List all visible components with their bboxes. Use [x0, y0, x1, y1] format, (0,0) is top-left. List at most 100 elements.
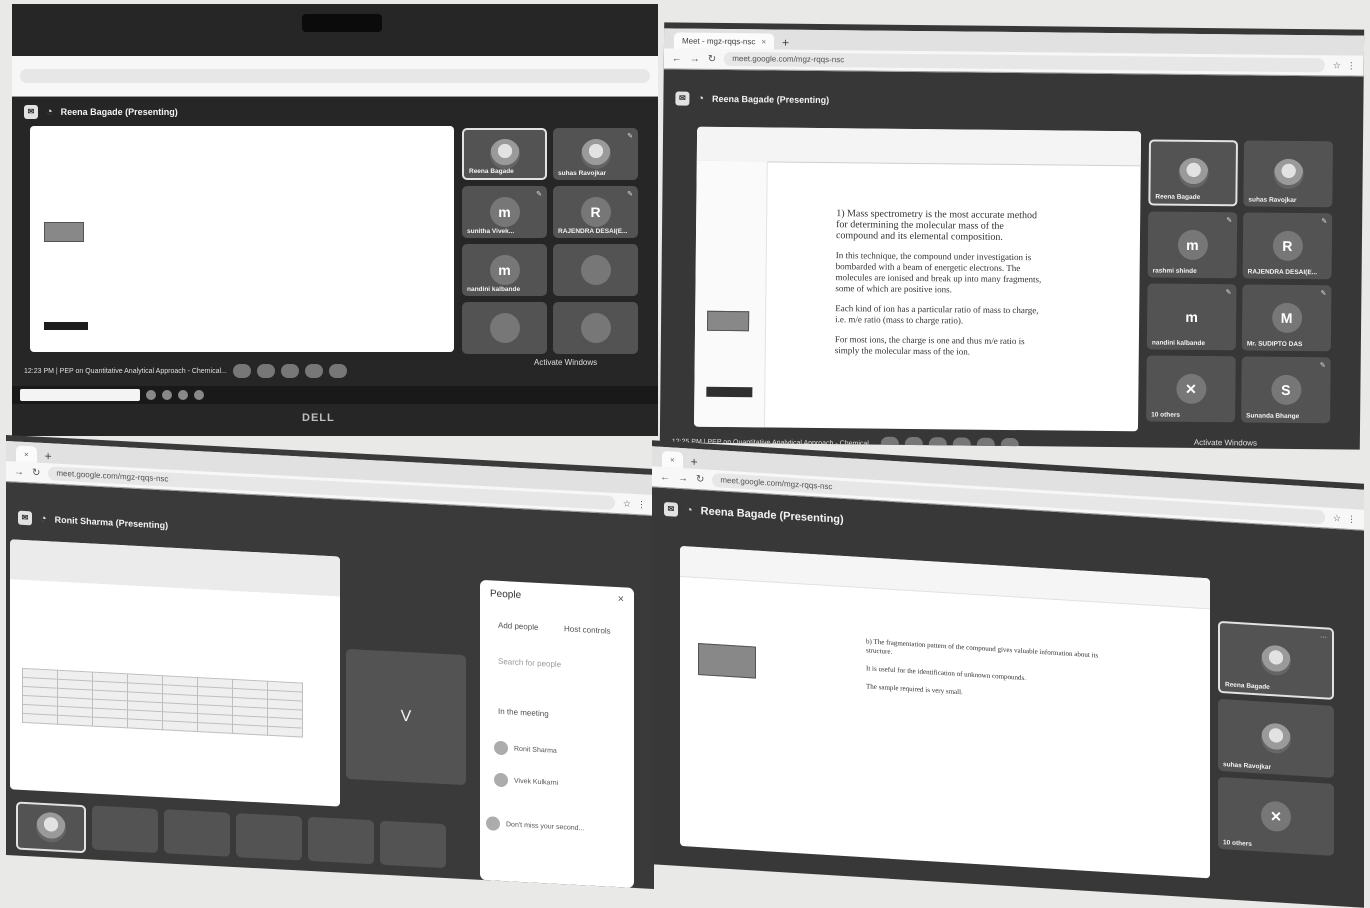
sheet-ribbon [10, 539, 340, 597]
participant-tile[interactable]: S Sunanda Bhange ✎ [1241, 356, 1331, 424]
slide-thumbnail[interactable] [44, 222, 84, 242]
browser-tab[interactable]: × [16, 445, 37, 463]
presenter-title: Ronit Sharma (Presenting) [54, 514, 169, 531]
participant-name: nandini kalbande [1151, 339, 1206, 348]
participant-avatar [494, 772, 508, 788]
participant-tile[interactable] [380, 820, 446, 869]
close-icon[interactable]: × [618, 593, 624, 605]
participant-tile[interactable] [553, 302, 638, 354]
reload-icon[interactable]: ↻ [708, 53, 717, 64]
bookmark-icon[interactable]: ☆ [623, 498, 631, 509]
browser-tab[interactable]: × [662, 450, 683, 469]
forward-icon[interactable]: → [14, 466, 24, 478]
participant-tile[interactable]: Reena Bagade ⋯ [1218, 620, 1334, 700]
close-icon[interactable]: × [670, 455, 675, 464]
address-bar[interactable] [20, 69, 650, 83]
people-search-input[interactable]: Search for people [498, 657, 561, 669]
address-bar[interactable]: meet.google.com/mgz-rqqs-nsc [724, 51, 1325, 73]
back-icon[interactable]: ← [672, 53, 682, 64]
taskbar-app-icon[interactable] [162, 390, 172, 400]
participant-tile[interactable] [92, 805, 158, 853]
taskbar-search[interactable] [20, 389, 140, 401]
participant-tile[interactable]: ✕ 10 others [1146, 355, 1236, 423]
participant-tile[interactable] [164, 809, 230, 857]
close-icon[interactable]: × [24, 449, 29, 458]
reload-icon[interactable]: ↻ [696, 473, 704, 485]
participant-avatar [580, 139, 611, 169]
doc-paragraph: b) The fragmentation pattern of the comp… [866, 637, 1099, 660]
mic-off-icon: ✎ [1320, 290, 1327, 298]
participant-tile[interactable]: suhas Ravojkar [1218, 698, 1334, 778]
add-people-button[interactable]: Add people [498, 621, 538, 632]
forward-icon[interactable]: → [690, 53, 700, 64]
taskbar-app-icon[interactable] [146, 390, 156, 400]
participant-tile[interactable]: suhas Ravojkar ✎ [553, 128, 638, 180]
new-tab-icon[interactable]: + [782, 36, 789, 50]
reactions-button[interactable] [952, 437, 971, 450]
more-icon[interactable]: ⋯ [1320, 633, 1327, 641]
participant-name: Vivek Kulkarni [514, 777, 559, 787]
participant-avatar [1273, 158, 1304, 190]
close-icon[interactable]: × [761, 37, 766, 46]
host-controls-button[interactable]: Host controls [564, 624, 611, 635]
participant-tile[interactable]: m sunitha Vivek... ✎ [462, 186, 547, 238]
browser-tab[interactable]: Meet - mgz-rqqs-nsc × [673, 32, 775, 50]
participant-tile[interactable]: V [346, 648, 466, 786]
more-button[interactable] [328, 364, 347, 378]
mic-off-icon: ✎ [627, 133, 633, 140]
participant-name: Reena Bagade [1225, 681, 1270, 692]
meet-header: ✉ ◔ Reena Bagade (Presenting) [12, 100, 658, 124]
section-label: In the meeting [498, 706, 549, 719]
mic-button[interactable] [880, 436, 899, 450]
participant-name: suhas Ravojkar [1248, 196, 1297, 204]
new-tab-icon[interactable]: + [45, 449, 52, 463]
captions-button[interactable] [280, 364, 299, 378]
more-button[interactable] [1000, 437, 1019, 450]
bookmark-icon[interactable]: ☆ [1333, 512, 1341, 523]
participant-tile[interactable] [16, 801, 86, 854]
participant-avatar: ✕ [1261, 800, 1291, 833]
presenter-title: Reena Bagade (Presenting) [60, 107, 178, 117]
participant-tile[interactable] [236, 813, 302, 861]
menu-icon[interactable]: ⋮ [1347, 60, 1356, 71]
slide-thumbnail[interactable] [706, 310, 750, 332]
participant-tile[interactable] [308, 816, 374, 865]
participant-tile[interactable]: Reena Bagade [1148, 139, 1239, 207]
participant-tile[interactable]: Reena Bagade [462, 128, 547, 180]
participant-tile[interactable]: R RAJENDRA DESAI(E... ✎ [1242, 212, 1333, 280]
participant-row[interactable]: Vivek Kulkarni [494, 772, 559, 790]
new-tab-icon[interactable]: + [691, 455, 698, 469]
present-button[interactable] [976, 437, 995, 450]
reload-icon[interactable]: ↻ [32, 467, 40, 478]
participant-tile[interactable]: m nandini kalbande [462, 244, 547, 296]
captions-button[interactable] [928, 437, 947, 450]
slide-thumbnail[interactable] [698, 643, 756, 679]
taskbar-app-icon[interactable] [178, 390, 188, 400]
participant-avatar: ✕ [1175, 373, 1207, 405]
taskbar-app-icon[interactable] [194, 390, 204, 400]
camera-button[interactable] [904, 436, 923, 450]
notification-toast[interactable]: Don't miss your second... [486, 816, 584, 835]
presentation-icon: ◔ [686, 504, 693, 517]
shared-screen [30, 126, 454, 352]
participant-tile[interactable] [553, 244, 638, 296]
menu-icon[interactable]: ⋮ [637, 499, 646, 510]
participant-tile[interactable]: suhas Ravojkar [1243, 140, 1334, 208]
participant-tile[interactable]: m nandini kalbande ✎ [1146, 283, 1237, 351]
camera-button[interactable] [256, 364, 275, 378]
windows-taskbar [12, 386, 658, 404]
mic-button[interactable] [232, 364, 251, 378]
taskbar-snippet [706, 386, 753, 398]
menu-icon[interactable]: ⋮ [1347, 513, 1356, 525]
participant-tile[interactable]: R RAJENDRA DESAI(E... ✎ [553, 186, 638, 238]
participant-grid: Reena Bagade suhas Ravojkar ✎ m sunitha … [462, 128, 638, 354]
forward-icon[interactable]: → [678, 472, 688, 484]
participant-tile[interactable] [462, 302, 547, 354]
back-icon[interactable]: ← [660, 471, 670, 483]
participant-row[interactable]: Ronit Sharma [494, 740, 557, 758]
participant-tile[interactable]: m rashmi shinde ✎ [1147, 211, 1238, 279]
bookmark-icon[interactable]: ☆ [1333, 60, 1341, 71]
present-button[interactable] [304, 364, 323, 378]
participant-tile[interactable]: ✕ 10 others [1218, 776, 1334, 856]
participant-tile[interactable]: M Mr. SUDIPTO DAS ✎ [1241, 284, 1332, 352]
